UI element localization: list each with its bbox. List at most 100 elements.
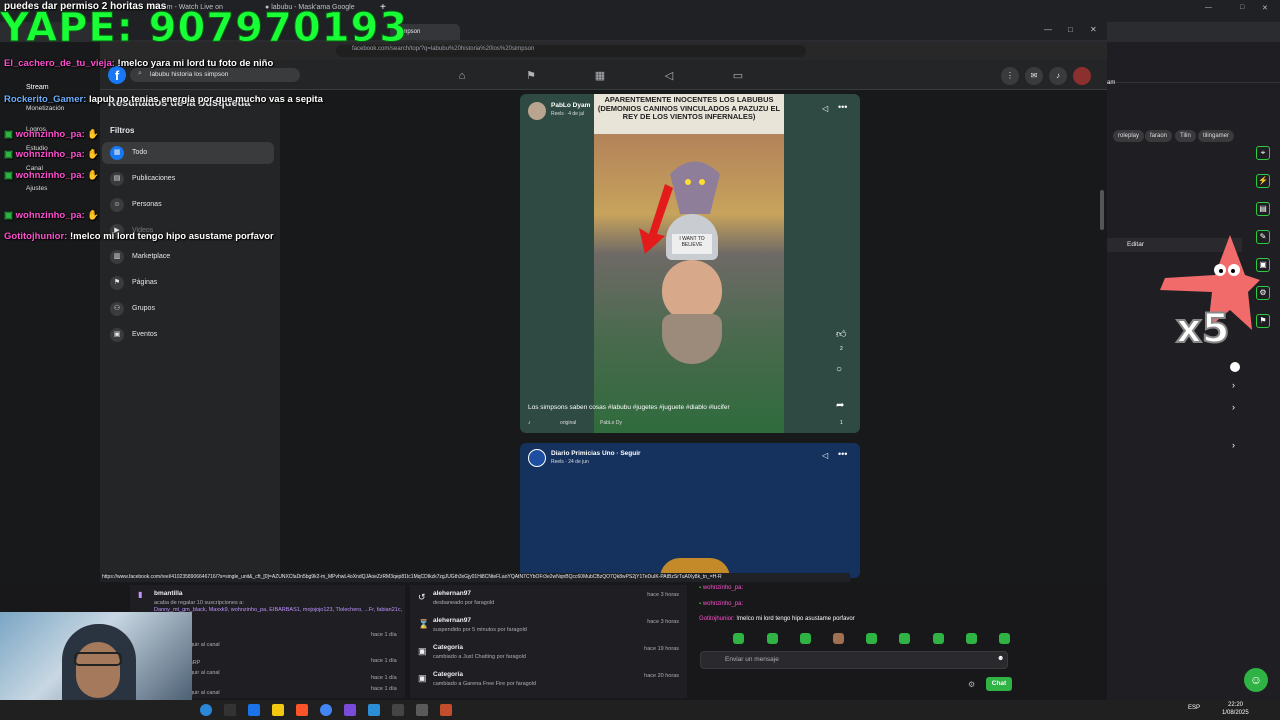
audio-icon: ♪ [528,420,531,426]
app-icon[interactable] [248,704,260,716]
dash-action-icon[interactable]: ⌖ [1256,146,1270,160]
close-icon[interactable]: ✕ [1090,25,1097,34]
edge-icon[interactable] [200,704,212,716]
chevron-right-icon[interactable]: › [1232,402,1235,412]
dash-action-icon[interactable]: ⚡ [1256,174,1270,188]
nav-item-todo[interactable]: ▦ Todo [102,142,274,164]
app-icon[interactable] [368,704,380,716]
post-description: Los simpsons saben cosas #labubu #jugete… [528,404,730,411]
status-url: https://www.facebook.com/reel/4102358906… [100,573,850,582]
tinfoil-hat: I WANT TO BELIEVE [666,214,718,260]
mute-icon[interactable]: ◁ [822,104,828,113]
emote-icon[interactable] [999,633,1010,644]
marketplace-icon[interactable]: ▦ [593,69,607,83]
streamer-glasses [74,652,122,666]
emote-icon[interactable] [800,633,811,644]
post-author[interactable]: PabLo Dyam [551,102,590,109]
mod-action-row[interactable]: ▣ Categoría cambiado a Garena Free Fire po… [410,671,685,693]
stream-tag[interactable]: roleplay [1113,130,1145,142]
share-icon[interactable]: ➦ [836,400,844,411]
app-icon[interactable] [416,704,428,716]
lang-indicator[interactable]: ESP [1188,705,1200,711]
avatar[interactable] [1073,67,1091,85]
app-icon[interactable] [344,704,356,716]
mute-icon[interactable]: ◁ [822,451,828,460]
folder-icon[interactable] [272,704,284,716]
chevron-right-icon[interactable]: › [1232,440,1235,450]
multiplier-text: x5 [1175,305,1231,353]
category-icon: ▣ [418,646,427,656]
yape-banner: YAPE: 907970193 [0,5,409,51]
send-chat-button[interactable]: Chat [986,677,1012,691]
gaming-icon[interactable]: ▭ [731,69,745,83]
like-icon[interactable]: 👍︎ [836,328,846,340]
emote-icon: ▣ [4,210,16,221]
app-icon[interactable] [440,704,452,716]
maximize-icon[interactable]: □ [1068,25,1073,34]
bell-icon[interactable]: ♪ [1049,67,1067,85]
search-icon[interactable] [224,704,236,716]
messenger-icon[interactable]: ✉ [1025,67,1043,85]
close-icon[interactable]: ✕ [1262,4,1268,18]
nav-item-personas[interactable]: ☺ Personas [102,194,274,216]
settings-gear-icon[interactable]: ⚙ [968,680,975,689]
author-avatar[interactable] [528,102,546,120]
gift-text: acaba de regalar 10 suscripciones a: [154,600,244,606]
nav-item-paginas[interactable]: ⚑ Páginas [102,272,274,294]
reel-card[interactable]: APARENTEMENTE INOCENTES LOS LABUBUS (DEM… [520,94,860,433]
audio-author[interactable]: PabLo Dy [600,420,622,426]
chat-bubble-icon[interactable]: ☺ [1244,668,1268,692]
minimize-icon[interactable]: — [1205,4,1212,18]
dash-action-icon[interactable]: ▤ [1256,202,1270,216]
nav-item-marketplace[interactable]: ▥ Marketplace [102,246,274,268]
chat-overlay-line: ▣ wohnzinho_pa: ✋ [4,149,100,160]
flag-icon[interactable]: ⚑ [524,69,538,83]
emote-icon[interactable] [899,633,910,644]
chat-input[interactable]: Enviar un mensaje ☻ [700,651,1008,669]
toggle-knob[interactable] [1230,362,1240,372]
menu-grid-icon[interactable]: ⋮ [1001,67,1019,85]
emote-icon[interactable] [933,633,944,644]
chat-input-placeholder: Enviar un mensaje [725,656,779,663]
stream-tag[interactable]: tilingamer [1198,130,1235,142]
people-icon: ☺ [110,198,124,212]
nav-item-grupos[interactable]: ⚇ Grupos [102,298,274,320]
more-options-icon[interactable]: ••• [838,102,847,112]
post-author[interactable]: Diario Primicias Uno · Seguir [551,450,641,457]
comment-icon[interactable]: ○ [836,364,842,375]
more-options-icon[interactable]: ••• [838,449,847,459]
stream-tag[interactable]: faraon [1145,130,1173,142]
mod-action-row[interactable]: ▣ Categoría cambiado a Just Chatting por f… [410,644,685,666]
obs-icon[interactable] [392,704,404,716]
author-avatar[interactable] [528,449,546,467]
maximize-icon[interactable]: □ [1240,4,1244,18]
mod-action-row[interactable]: ↺ alehernan97 desbaneado por faragold hace … [410,590,685,612]
emote-icon[interactable] [866,633,877,644]
stream-tag[interactable]: Tilin [1175,130,1196,142]
emote-icon[interactable] [966,633,977,644]
emote-icon[interactable] [767,633,778,644]
mod-action-row[interactable]: ⌛ alehernan97 suspendido por 5 minutos por… [410,617,685,639]
chevron-right-icon[interactable]: › [1232,380,1235,390]
emote-icon[interactable] [733,633,744,644]
gifter-name[interactable]: bmantilla [154,590,183,597]
dash-menu-ajustes[interactable]: Ajustes [26,185,47,192]
search-input[interactable]: ⌕ labubu historia los simpson [130,68,300,82]
clock-time[interactable]: 22:20 [1228,702,1243,708]
brave-icon[interactable] [296,704,308,716]
audio-label[interactable]: original [560,420,576,426]
clock-date[interactable]: 1/08/2025 [1222,710,1249,716]
scrollbar-thumb[interactable] [1100,190,1104,230]
nav-item-publicaciones[interactable]: ▤ Publicaciones [102,168,274,190]
megaphone-icon[interactable]: ◁ [662,69,676,83]
nav-item-eventos[interactable]: ▣ Eventos [102,324,274,346]
emote-icon[interactable] [833,633,844,644]
dash-menu-stream[interactable]: Stream [26,84,49,91]
chat-message: Gotitojhunior: !melco mi lord tengo hipo… [699,616,855,622]
emoji-icon[interactable]: ☻ [997,655,1004,662]
home-icon[interactable]: ⌂ [455,69,469,83]
reel-card[interactable]: Diario Primicias Uno · Seguir Reels · 24… [520,443,860,578]
dash-menu-monetizacion[interactable]: Monetización [26,105,64,112]
chrome-icon[interactable] [320,704,332,716]
minimize-icon[interactable]: — [1044,25,1052,34]
